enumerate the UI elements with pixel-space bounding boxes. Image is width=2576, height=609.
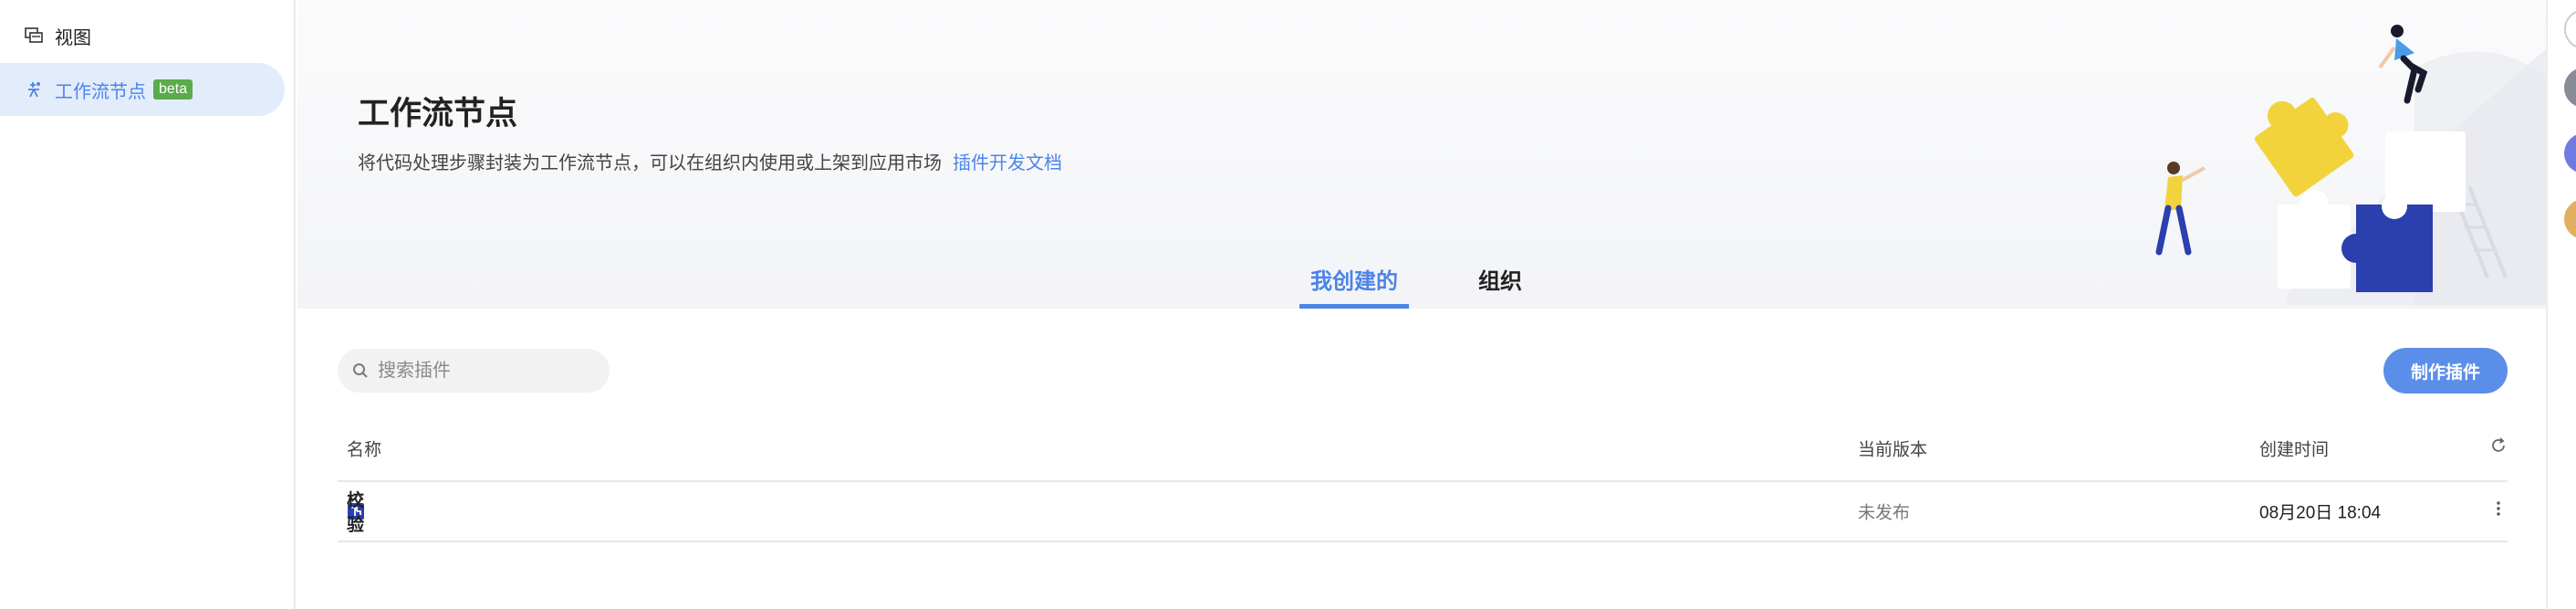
sidebar: 视图 工作流节点 beta bbox=[0, 0, 296, 609]
avatar[interactable] bbox=[2564, 68, 2576, 108]
header-created: 创建时间 bbox=[2259, 440, 2330, 460]
sidebar-item-label: 工作流节点 bbox=[55, 81, 146, 102]
sidebar-item-view[interactable]: 视图 bbox=[0, 9, 91, 62]
description-text: 将代码处理步骤封装为工作流节点，可以在组织内使用或上架到应用市场 bbox=[358, 153, 942, 173]
sidebar-item-workflow-node[interactable]: 工作流节点 beta bbox=[0, 63, 285, 116]
page-title: 工作流节点 bbox=[358, 96, 518, 131]
row-name-text: 校验 bbox=[347, 491, 365, 535]
create-plugin-button[interactable]: 制作插件 bbox=[2383, 348, 2508, 394]
header-name: 名称 bbox=[347, 440, 382, 460]
doc-link[interactable]: 插件开发文档 bbox=[953, 153, 1062, 173]
tab-bar: 我创建的 组织 bbox=[1299, 257, 1591, 309]
row-name-cell[interactable]: 校验 bbox=[347, 491, 378, 535]
right-rail bbox=[2546, 0, 2576, 609]
tab-my-created[interactable]: 我创建的 bbox=[1299, 257, 1409, 309]
table-header: 名称 当前版本 创建时间 bbox=[338, 416, 2508, 482]
main-content: 工作流节点 将代码处理步骤封装为工作流节点，可以在组织内使用或上架到应用市场 插件… bbox=[297, 0, 2546, 609]
refresh-icon[interactable] bbox=[2489, 436, 2508, 460]
view-icon bbox=[24, 26, 44, 46]
avatar[interactable] bbox=[2564, 199, 2576, 239]
workflow-node-icon bbox=[24, 79, 44, 100]
search-input[interactable] bbox=[378, 360, 588, 382]
table-row[interactable]: 校验 未发布 08月20日 18:04 bbox=[338, 482, 2508, 542]
sidebar-item-label: 视图 bbox=[55, 27, 91, 48]
rail-button[interactable] bbox=[2564, 9, 2576, 49]
more-options-icon[interactable] bbox=[2489, 499, 2508, 523]
avatar[interactable] bbox=[2564, 133, 2576, 173]
search-icon bbox=[353, 363, 368, 378]
row-version: 未发布 bbox=[1858, 503, 1911, 523]
beta-badge: beta bbox=[153, 79, 193, 100]
search-box[interactable] bbox=[338, 349, 610, 393]
tab-organization[interactable]: 组织 bbox=[1467, 257, 1533, 309]
plugin-table: 名称 当前版本 创建时间 校验 未发布 08月20日 18:04 bbox=[338, 416, 2508, 542]
hero-banner: 工作流节点 将代码处理步骤封装为工作流节点，可以在组织内使用或上架到应用市场 插件… bbox=[297, 0, 2546, 309]
row-created: 08月20日 18:04 bbox=[2259, 503, 2382, 523]
puzzle-illustration bbox=[2155, 25, 2546, 305]
header-version: 当前版本 bbox=[1858, 440, 1928, 460]
page-description: 将代码处理步骤封装为工作流节点，可以在组织内使用或上架到应用市场 插件开发文档 bbox=[358, 148, 1062, 174]
